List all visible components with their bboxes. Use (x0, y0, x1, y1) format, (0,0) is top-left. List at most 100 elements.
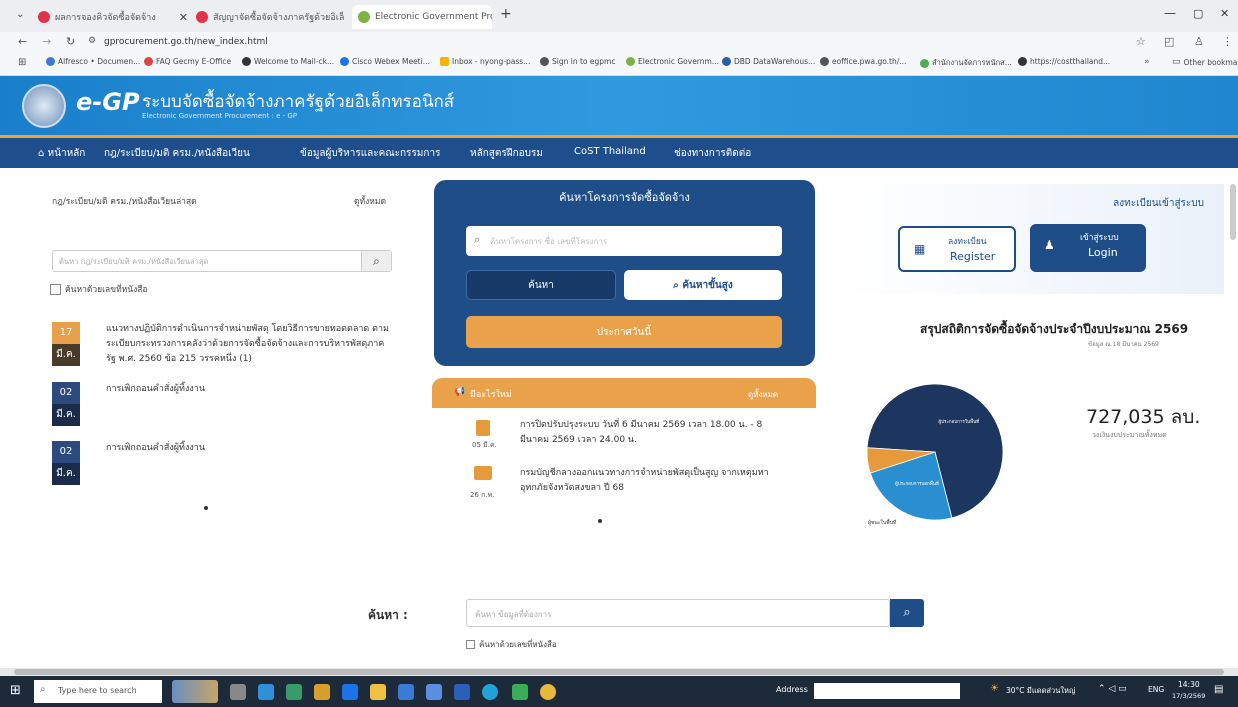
app-icon[interactable] (426, 684, 442, 700)
edge-icon[interactable] (482, 684, 498, 700)
bottom-checkbox[interactable] (466, 640, 475, 649)
regulation-item[interactable]: การเพิกถอนคำสั่งผู้ทิ้งงาน (106, 382, 392, 397)
extensions-icon[interactable]: ◰ (1164, 35, 1174, 48)
bookmark-item[interactable]: Sign in to egpmc (540, 57, 615, 66)
news-title: มีอะไรใหม่ (470, 390, 512, 400)
advanced-search-button[interactable]: ⌕ ค้นหาขั้นสูง (624, 270, 782, 300)
news-item[interactable]: กรมบัญชีกลางออกแนวทางการจำหน่ายพัสดุเป็น… (520, 466, 790, 496)
date-badge: 02 มี.ค. (52, 382, 80, 426)
bookmark-icon (46, 57, 55, 66)
bookmark-item[interactable]: https://costthailand... (1018, 57, 1110, 66)
tray-icons[interactable]: ⌃ ◁ ▭ (1098, 684, 1127, 694)
windows-start-icon[interactable]: ⊞ (10, 683, 21, 698)
news-view-all-link[interactable]: ดูทั้งหมด (748, 388, 778, 401)
nav-home[interactable]: ⌂ หน้าหลัก (38, 146, 85, 161)
site-subtitle: Electronic Government Procurement : e - … (142, 112, 298, 120)
clock-time[interactable]: 14:30 (1178, 680, 1200, 689)
app-icon[interactable] (370, 684, 386, 700)
nav-regulations[interactable]: กฎ/ระเบียบ/มติ ครม./หนังสือเวียน (104, 146, 250, 161)
widgets-icon[interactable] (172, 680, 218, 703)
government-emblem-icon (22, 84, 66, 128)
horizontal-scrollbar[interactable] (0, 668, 1238, 676)
maximize-icon[interactable]: ▢ (1193, 7, 1203, 20)
minimize-icon[interactable]: — (1164, 6, 1176, 20)
window-close-icon[interactable]: ✕ (1220, 7, 1229, 20)
app-icon[interactable] (286, 684, 302, 700)
bookmark-item[interactable]: FAQ Gecmy E-Office (144, 57, 231, 66)
login-heading: ลงทะเบียนเข้าสู่ระบบ (1113, 198, 1204, 209)
bookmark-item[interactable]: eoffice.pwa.go.th/... (820, 57, 906, 66)
home-icon: ⌂ (38, 148, 48, 159)
bookmark-item[interactable]: Inbox - nyong-pass... (440, 57, 530, 66)
more-bookmarks-icon[interactable]: » (1144, 57, 1150, 67)
bookmark-item[interactable]: Electronic Governm... (626, 57, 719, 66)
nav-cost-thailand[interactable]: CoST Thailand (574, 146, 646, 157)
pie-slice-label: ผู้ประกอบการในพื้นที่ (939, 418, 980, 425)
nav-contact[interactable]: ช่องทางการติดต่อ (674, 146, 751, 161)
tab-3-active[interactable]: Electronic Government Procurement ✕ (352, 5, 492, 29)
chrome-icon[interactable] (540, 684, 556, 700)
app-icon[interactable] (512, 684, 528, 700)
pager-dot[interactable] (204, 506, 208, 510)
tab-list-icon[interactable]: ⌄ (16, 9, 24, 20)
vertical-scrollbar[interactable] (1230, 184, 1236, 240)
task-view-icon[interactable] (230, 684, 246, 700)
bookmark-item[interactable]: Cisco Webex Meeti... (340, 57, 430, 66)
url-input[interactable]: gprocurement.go.th/new_index.html (104, 37, 268, 47)
scrollbar-thumb[interactable] (14, 669, 1224, 675)
pager-dot[interactable] (598, 519, 602, 523)
new-tab-button[interactable]: + (500, 6, 512, 22)
tab-2[interactable]: สัญญาจัดซื้อจัดจ้างภาครัฐด้วยอิเล็กทรอนิ… (196, 5, 344, 29)
reload-icon[interactable]: ↻ (66, 35, 75, 48)
other-bookmarks[interactable]: ▭Other bookmarks (1172, 57, 1238, 67)
announce-today-button[interactable]: ประกาศวันนี้ (466, 316, 782, 348)
bottom-search-button[interactable]: ⌕ (890, 599, 924, 627)
nav-executives[interactable]: ข้อมูลผู้บริหารและคณะกรรมการ (300, 146, 440, 161)
language-indicator[interactable]: ENG (1148, 685, 1164, 694)
address-toolbar-input[interactable] (814, 683, 960, 699)
menu-icon[interactable]: ⋮ (1222, 35, 1233, 48)
file-explorer-icon[interactable] (314, 684, 330, 700)
tab-1[interactable]: ผลการจองคิวจัดซื้อจัดจ้าง ✕ (38, 5, 188, 29)
login-button[interactable]: ♟ เข้าสู่ระบบ Login (1030, 224, 1146, 272)
nav-training[interactable]: หลักสูตรฝึกอบรม (470, 146, 543, 161)
app-icon[interactable] (258, 684, 274, 700)
regulations-checkbox[interactable] (50, 283, 61, 295)
bookmark-item[interactable]: Alfresco • Documen... (46, 57, 140, 66)
app-icon[interactable] (398, 684, 414, 700)
regulation-item[interactable]: การเพิกถอนคำสั่งผู้ทิ้งงาน (106, 441, 392, 456)
app-icon[interactable] (454, 684, 470, 700)
site-info-icon[interactable]: ⚙ (88, 36, 96, 46)
date-badge: 02 มี.ค. (52, 441, 80, 485)
back-icon[interactable]: ← (18, 35, 27, 48)
project-search-input[interactable]: ค้นหาโครงการ ชื่อ เลขที่โครงการ (490, 235, 607, 248)
register-button[interactable]: ▦ ลงทะเบียน Register (898, 226, 1016, 272)
weather-text[interactable]: 30°C มีแดดส่วนใหญ่ (1006, 685, 1075, 697)
budget-pie-chart: ผู้ประกอบการในพื้นที่ผู้ประกอบการนอกพื้น… (866, 383, 1004, 521)
clock-date[interactable]: 17/3/2569 (1172, 692, 1205, 700)
regulation-item[interactable]: แนวทางปฏิบัติการดำเนินการจำหน่ายพัสดุ โด… (106, 322, 392, 367)
close-icon[interactable]: ✕ (179, 11, 188, 24)
bottom-checkbox-row: ค้นหาด้วยเลขที่หนังสือ (466, 638, 557, 651)
profile-icon[interactable]: ♙ (1194, 35, 1204, 48)
forward-icon[interactable]: → (42, 35, 51, 48)
star-icon[interactable]: ☆ (1136, 35, 1146, 48)
search-button[interactable]: ค้นหา (466, 270, 616, 300)
search-icon[interactable]: ⌕ (361, 251, 391, 271)
egp-logo[interactable]: e-GP (76, 88, 140, 116)
taskbar-search[interactable]: ⌕ Type here to search (34, 680, 162, 703)
news-item[interactable]: การปิดปรับปรุงระบบ วันที่ 6 มีนาคม 2569 … (520, 418, 790, 448)
mail-icon[interactable] (342, 684, 358, 700)
tab-label: Electronic Government Procurement (375, 12, 492, 22)
bookmark-item[interactable]: Welcome to Mail-ck... (242, 57, 334, 66)
bookmark-icon (540, 57, 549, 66)
date-badge: 17 มี.ค. (52, 322, 80, 366)
bottom-search-label: ค้นหา : (368, 608, 408, 622)
bottom-search-input[interactable]: ค้นหา ข้อมูลที่ต้องการ (475, 608, 551, 621)
apps-icon[interactable]: ⊞ (18, 57, 26, 68)
bookmark-item[interactable]: สำนักงานจัดการหนักส... (920, 57, 1012, 69)
regulations-search-input[interactable]: ค้นหา กฎ/ระเบียบ/มติ ครม./หนังสือเวียนล่… (59, 256, 208, 268)
regulations-view-all-link[interactable]: ดูทั้งหมด (354, 194, 386, 208)
bookmark-item[interactable]: DBD DataWarehous... (722, 57, 815, 66)
notification-icon[interactable]: ▤ (1214, 684, 1223, 695)
